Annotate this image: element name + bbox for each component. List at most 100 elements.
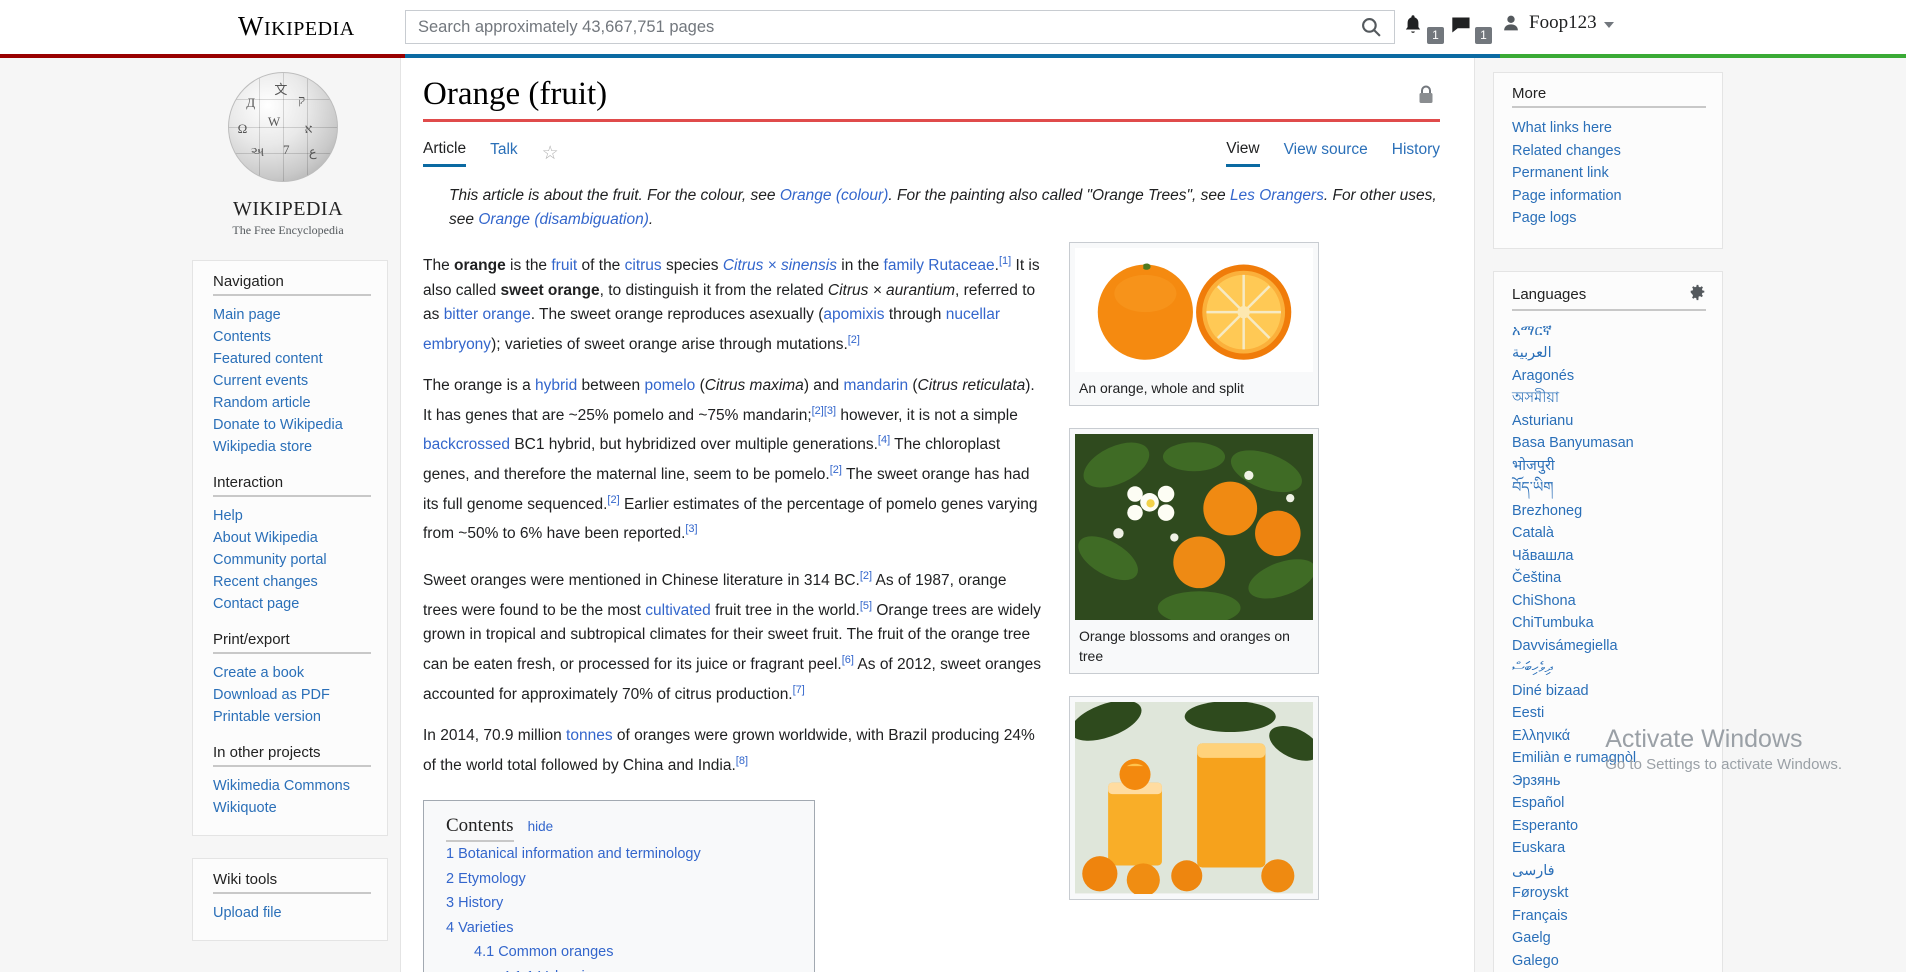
sidebar-item-main-page[interactable]: Main page [213,304,371,326]
language-item[interactable]: Gaelg [1512,927,1706,950]
sidebar-item-store[interactable]: Wikipedia store [213,436,371,458]
language-item[interactable]: Asturianu [1512,410,1706,433]
sidebar-item-contents[interactable]: Contents [213,326,371,348]
sidebar-item-wikimedia-commons[interactable]: Wikimedia Commons [213,775,371,797]
toc-entry-1[interactable]: 1 Botanical information and terminology [446,842,792,867]
tab-history[interactable]: History [1392,141,1440,165]
link-backcrossed[interactable]: backcrossed [423,437,510,454]
link-bitter-orange[interactable]: bitter orange [444,306,531,323]
more-item-page-logs[interactable]: Page logs [1512,207,1706,230]
link-apomixis[interactable]: apomixis [823,306,884,323]
language-item[interactable]: Eesti [1512,702,1706,725]
ref-7[interactable]: [7] [793,684,805,696]
ref-2[interactable]: [2] [848,334,860,346]
language-item[interactable]: Català [1512,522,1706,545]
ref-3[interactable]: [3] [824,405,836,417]
language-item[interactable]: ދިވެހިބަސް [1512,657,1706,680]
toc-entry-4-1-1[interactable]: 4.1.1 Valencia [446,965,792,972]
tab-view[interactable]: View [1226,140,1260,167]
hatnote-link-disambiguation[interactable]: Orange (disambiguation) [478,211,649,228]
tab-article[interactable]: Article [423,140,467,167]
star-icon[interactable]: ☆ [542,142,559,165]
language-item[interactable]: भोजपुरी [1512,455,1706,478]
link-family-rutaceae[interactable]: family Rutaceae [884,257,995,274]
sidebar-item-download-pdf[interactable]: Download as PDF [213,684,371,706]
language-item[interactable]: Føroyskt [1512,882,1706,905]
ref-3[interactable]: [3] [685,523,697,535]
link-pomelo[interactable]: pomelo [644,377,695,394]
language-item[interactable]: Ελληνικά [1512,725,1706,748]
link-tonnes[interactable]: tonnes [566,727,613,744]
language-item[interactable]: Davvisámegiella [1512,635,1706,658]
hatnote-link-orange-colour[interactable]: Orange (colour) [780,187,889,204]
language-item[interactable]: العربية [1512,342,1706,365]
toc-entry-2[interactable]: 2 Etymology [446,867,792,892]
language-item[interactable]: Čeština [1512,567,1706,590]
search-button[interactable] [1348,11,1394,43]
figure-orange-whole-split[interactable]: An orange, whole and split [1069,242,1319,407]
language-item[interactable]: Basa Banyumasan [1512,432,1706,455]
language-item[interactable]: አማርኛ [1512,320,1706,343]
sidebar-item-printable[interactable]: Printable version [213,706,371,728]
language-item[interactable]: Euskara [1512,837,1706,860]
language-item[interactable]: ChiTumbuka [1512,612,1706,635]
language-item[interactable]: Français [1512,905,1706,928]
figure-orange-blossoms[interactable]: Orange blossoms and oranges on tree [1069,428,1319,675]
ref-1[interactable]: [1] [999,255,1011,267]
notices-button[interactable]: 1 [1448,12,1494,44]
tab-talk[interactable]: Talk [490,141,518,165]
user-menu[interactable]: Foop123 [1500,12,1614,34]
ref-2[interactable]: [2] [812,405,824,417]
alerts-bell-button[interactable]: 1 [1400,12,1446,44]
language-item[interactable]: Galego [1512,950,1706,972]
gear-icon[interactable] [1689,284,1706,305]
toc-entry-3[interactable]: 3 History [446,891,792,916]
language-item[interactable]: ChiShona [1512,590,1706,613]
sidebar-item-featured-content[interactable]: Featured content [213,348,371,370]
more-item-related-changes[interactable]: Related changes [1512,140,1706,163]
more-item-what-links-here[interactable]: What links here [1512,117,1706,140]
toc-hide-link[interactable]: hide [528,819,554,834]
wikipedia-globe-logo[interactable]: 文 Д ק Ω W א અ 7 ع [228,72,348,192]
ref-6[interactable]: [6] [842,654,854,666]
search-input[interactable] [406,11,1348,43]
sidebar-item-contact-page[interactable]: Contact page [213,593,371,615]
ref-8[interactable]: [8] [736,755,748,767]
sidebar-item-random-article[interactable]: Random article [213,392,371,414]
sidebar-item-recent-changes[interactable]: Recent changes [213,571,371,593]
link-citrus[interactable]: citrus [625,257,662,274]
tab-view-source[interactable]: View source [1284,141,1368,165]
ref-2[interactable]: [2] [860,570,872,582]
ref-4[interactable]: [4] [878,434,890,446]
language-item[interactable]: Эрзянь [1512,770,1706,793]
link-cultivated[interactable]: cultivated [645,602,710,619]
link-citrus-sinensis[interactable]: Citrus × sinensis [723,257,837,274]
link-hybrid[interactable]: hybrid [535,377,577,394]
search-bar[interactable] [405,10,1395,44]
more-item-permanent-link[interactable]: Permanent link [1512,162,1706,185]
toc-entry-4[interactable]: 4 Varieties [446,916,792,941]
link-fruit[interactable]: fruit [551,257,577,274]
sidebar-item-upload-file[interactable]: Upload file [213,902,371,924]
sidebar-item-help[interactable]: Help [213,505,371,527]
language-item[interactable]: Esperanto [1512,815,1706,838]
language-item[interactable]: Aragonés [1512,365,1706,388]
language-item[interactable]: བོད་ཡིག [1512,477,1706,500]
sidebar-item-donate[interactable]: Donate to Wikipedia [213,414,371,436]
language-item[interactable]: فارسی [1512,860,1706,883]
sidebar-item-create-book[interactable]: Create a book [213,662,371,684]
link-mandarin[interactable]: mandarin [843,377,908,394]
language-item[interactable]: Brezhoneg [1512,500,1706,523]
ref-2[interactable]: [2] [830,464,842,476]
language-item[interactable]: Diné bizaad [1512,680,1706,703]
toc-entry-4-1[interactable]: 4.1 Common oranges [446,940,792,965]
lock-icon[interactable] [1416,84,1436,111]
language-item[interactable]: অসমীয়া [1512,387,1706,410]
ref-2[interactable]: [2] [607,494,619,506]
language-item[interactable]: Чӑвашла [1512,545,1706,568]
sidebar-item-wikiquote[interactable]: Wikiquote [213,797,371,819]
wikipedia-wordmark[interactable]: WIKIPEDIA [238,11,355,42]
language-item[interactable]: Español [1512,792,1706,815]
language-item[interactable]: Emiliàn e rumagnòl [1512,747,1706,770]
sidebar-item-current-events[interactable]: Current events [213,370,371,392]
